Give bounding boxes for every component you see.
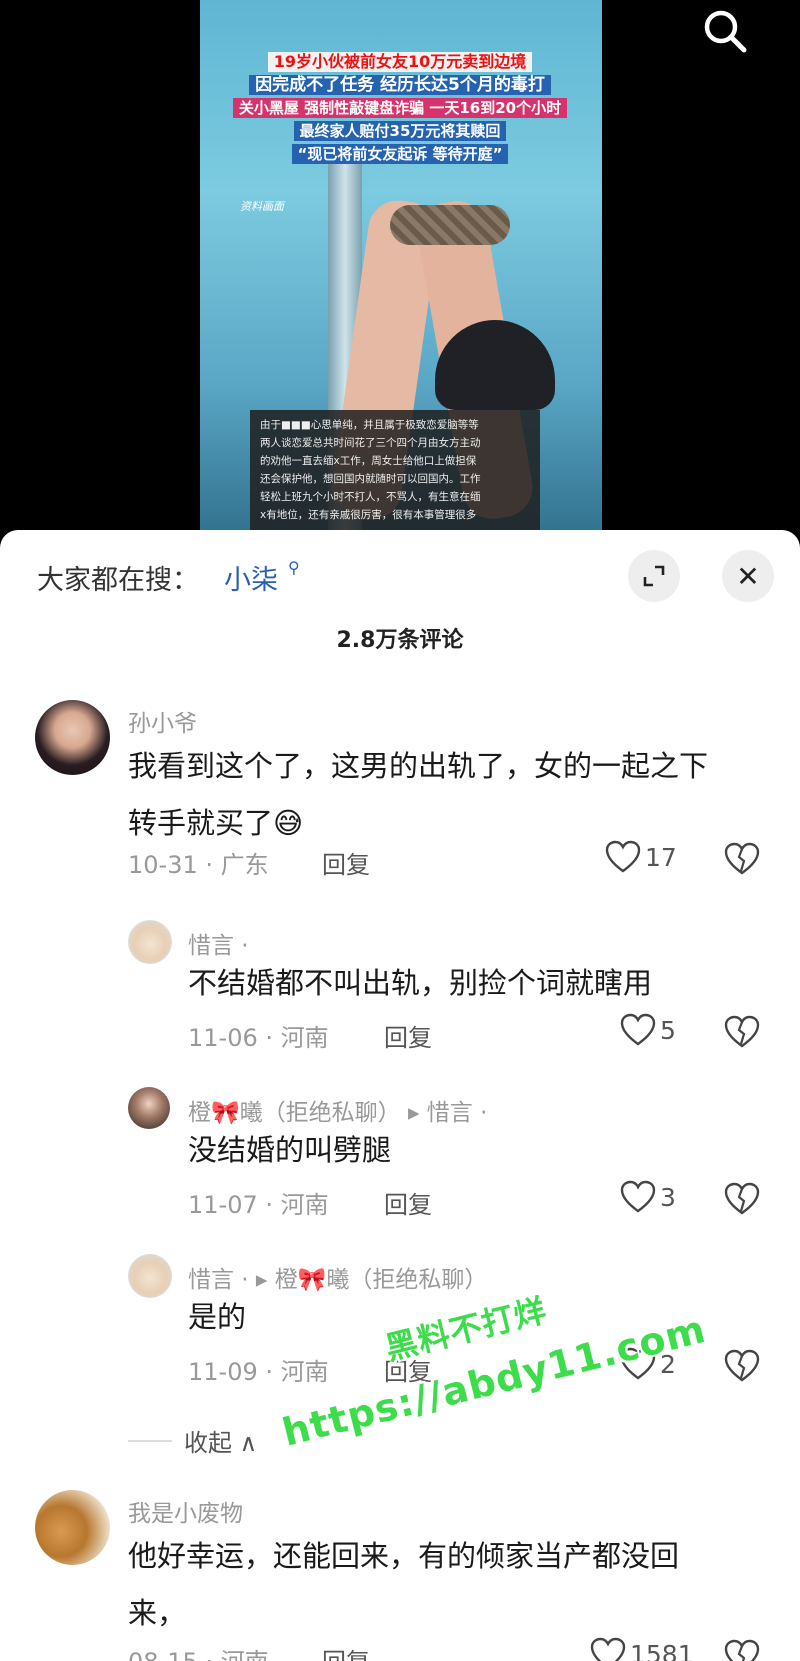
broken-heart-icon: [724, 1015, 760, 1048]
hot-search-prefix: 大家都在搜：: [37, 565, 199, 596]
overlay-line: 最终家人赔付35万元将其赎回: [293, 121, 507, 141]
comment-text: 他好幸运，还能回来，有的倾家当产都没回 来，: [128, 1528, 679, 1642]
video-player[interactable]: 19岁小伙被前女友10万元卖到边境 因完成不了任务 经历长达5个月的毒打 关小黑…: [0, 0, 800, 545]
comment-author[interactable]: 我是小废物: [128, 1494, 243, 1528]
dislike-button[interactable]: [724, 1639, 760, 1661]
video-scene-rope: [390, 205, 510, 245]
comment-text: 是的: [188, 1289, 246, 1346]
comment-date-location: 10-31 · 广东: [128, 851, 269, 879]
heart-icon: [590, 1637, 626, 1661]
search-button[interactable]: [700, 6, 750, 56]
heart-icon: [620, 1013, 656, 1046]
hot-search-term[interactable]: 小柒: [224, 558, 278, 597]
close-icon: ✕: [736, 559, 760, 593]
avatar[interactable]: [128, 1254, 172, 1298]
caption-line: 还会保护他，想回国内就随时可以回国内。工作: [260, 473, 481, 485]
comment-date-location: 11-06 · 河南: [188, 1024, 329, 1052]
search-icon: [704, 10, 747, 53]
video-caption: 由于■■■心思单纯，并且属于极致恋爱脑等等 两人谈恋爱总共时间花了三个四个月由女…: [250, 410, 540, 545]
caption-line: 由于■■■心思单纯，并且属于极致恋爱脑等等: [260, 419, 479, 431]
avatar[interactable]: [128, 920, 172, 964]
expand-icon: [643, 565, 665, 587]
like-button[interactable]: 3: [620, 1180, 676, 1214]
source-tag: 资料画面: [240, 200, 284, 213]
comment-text-line: 他好幸运，还能回来，有的倾家当产都没回: [128, 1539, 680, 1573]
comment-text: 不结婚都不叫出轨，别捡个词就瞎用: [188, 955, 652, 1012]
comment-date-location: 11-09 · 河南: [188, 1358, 329, 1386]
close-button[interactable]: ✕: [722, 550, 774, 602]
overlay-line: “现已将前女友起诉 等待开庭”: [291, 144, 509, 164]
overlay-line: 关小黑屋 强制性敲键盘诈骗 一天16到20个小时: [232, 98, 568, 118]
overlay-line: 19岁小伙被前女友10万元卖到边境: [267, 52, 533, 72]
dislike-button[interactable]: [724, 1182, 760, 1220]
reply-button[interactable]: 回复: [384, 1185, 432, 1220]
expand-button[interactable]: [628, 550, 680, 602]
video-frame[interactable]: 19岁小伙被前女友10万元卖到边境 因完成不了任务 经历长达5个月的毒打 关小黑…: [200, 0, 602, 545]
collapse-label: 收起 ∧: [184, 1429, 258, 1457]
like-button[interactable]: 5: [620, 1013, 676, 1047]
comment-date-location: 11-07 · 河南: [188, 1191, 329, 1219]
comment-author[interactable]: 孙小爷: [128, 704, 197, 738]
broken-heart-icon: [724, 1349, 760, 1382]
dislike-button[interactable]: [724, 1349, 760, 1387]
comment-date-location: 08-15 · 河南: [128, 1642, 269, 1661]
comment-count-title: 2.8万条评论: [336, 628, 464, 653]
video-headline-overlay: 19岁小伙被前女友10万元卖到边境 因完成不了任务 经历长达5个月的毒打 关小黑…: [220, 52, 580, 167]
broken-heart-icon: [724, 842, 760, 875]
dislike-button[interactable]: [724, 842, 760, 880]
like-count: 17: [645, 842, 677, 872]
avatar[interactable]: [128, 1087, 170, 1129]
broken-heart-icon: [724, 1182, 760, 1215]
comment-text: 我看到这个了，这男的出轨了，女的一起之下 转手就买了😅: [128, 738, 708, 852]
like-count: 1581: [630, 1639, 694, 1661]
reply-button[interactable]: 回复: [384, 1018, 432, 1053]
avatar[interactable]: [35, 700, 110, 775]
divider: [128, 1439, 172, 1442]
caption-line: 的劝他一直去缅x工作，周女士给他口上做担保: [260, 455, 477, 467]
caption-line: 两人谈恋爱总共时间花了三个四个月由女方主动: [260, 437, 481, 449]
sheet-header: 大家都在搜： 小柒 ⚲ ✕: [0, 530, 800, 620]
like-count: 5: [660, 1015, 676, 1045]
like-button[interactable]: 1581: [590, 1637, 694, 1661]
heart-icon: [620, 1180, 656, 1213]
caption-line: x有地位，还有亲戚很厉害，很有本事管理很多: [260, 509, 477, 521]
collapse-replies-button[interactable]: 收起 ∧: [128, 1423, 257, 1458]
comment-text-line: 不结婚都不叫出轨，别捡个词就瞎用: [188, 966, 653, 1000]
comment-text-line: 来，: [128, 1596, 187, 1630]
comment-text: 没结婚的叫劈腿: [188, 1122, 391, 1179]
reply-button[interactable]: 回复: [322, 845, 370, 880]
avatar[interactable]: [35, 1490, 110, 1565]
caption-line: 轻松上班九个小时不打人，不骂人，有生意在缅: [260, 491, 481, 503]
comment-sheet: 大家都在搜： 小柒 ⚲ ✕ 2.8万条评论 孙小爷 我看到这个了，这男的出轨了，…: [0, 530, 800, 1661]
hot-search-icon: ⚲: [288, 558, 300, 577]
comment-text-line: 是的: [188, 1300, 247, 1334]
comment-text-line: 我看到这个了，这男的出轨了，女的一起之下: [128, 749, 709, 783]
reply-button[interactable]: 回复: [322, 1642, 370, 1661]
broken-heart-icon: [724, 1639, 760, 1661]
like-count: 3: [660, 1182, 676, 1212]
overlay-line: 因完成不了任务 经历长达5个月的毒打: [249, 75, 551, 95]
heart-icon: [605, 840, 641, 873]
like-button[interactable]: 17: [605, 840, 677, 874]
dislike-button[interactable]: [724, 1015, 760, 1053]
comment-text-line: 没结婚的叫劈腿: [188, 1133, 392, 1167]
